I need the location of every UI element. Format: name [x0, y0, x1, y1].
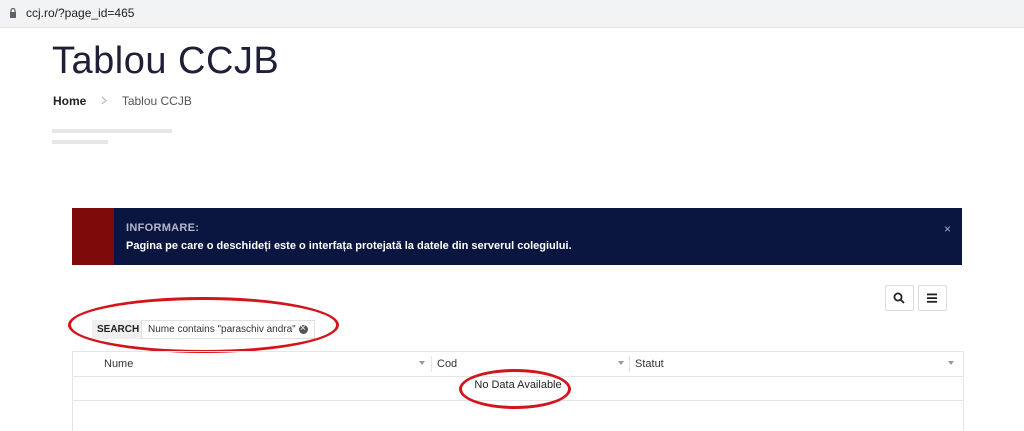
breadcrumb-home-link[interactable]: Home [53, 94, 86, 108]
browser-address-bar[interactable]: ccj.ro/?page_id=465 [0, 0, 1024, 28]
lock-icon [10, 8, 16, 18]
annotation-circle-no-data [459, 369, 571, 409]
menu-button[interactable] [918, 285, 947, 311]
breadcrumb: Home Tablou CCJB [53, 94, 192, 108]
sort-caret-icon[interactable] [419, 361, 425, 365]
search-icon [893, 292, 905, 304]
sort-caret-icon[interactable] [948, 361, 954, 365]
menu-icon [927, 293, 937, 303]
banner-heading: INFORMARE: [126, 222, 200, 234]
loading-placeholder-line [52, 140, 108, 144]
browser-url[interactable]: ccj.ro/?page_id=465 [26, 6, 134, 20]
annotation-circle-search [68, 297, 339, 353]
banner-accent-strip [72, 208, 114, 265]
column-divider[interactable] [629, 356, 630, 372]
column-label: Cod [437, 358, 458, 370]
breadcrumb-current: Tablou CCJB [121, 94, 192, 108]
chevron-right-icon [101, 94, 107, 108]
column-header-nume[interactable]: Nume [104, 352, 430, 376]
sort-caret-icon[interactable] [618, 361, 624, 365]
page-title: Tablou CCJB [52, 40, 280, 82]
loading-placeholder-line [52, 129, 172, 133]
column-label: Statut [635, 358, 664, 370]
search-button[interactable] [885, 285, 914, 311]
info-banner: INFORMARE: Pagina pe care o deschideți e… [72, 208, 962, 265]
close-icon[interactable]: × [944, 222, 951, 236]
banner-message: Pagina pe care o deschideți este o inter… [126, 240, 572, 252]
column-header-statut[interactable]: Statut [635, 352, 959, 376]
column-label: Nume [104, 358, 134, 370]
column-divider[interactable] [431, 356, 432, 372]
